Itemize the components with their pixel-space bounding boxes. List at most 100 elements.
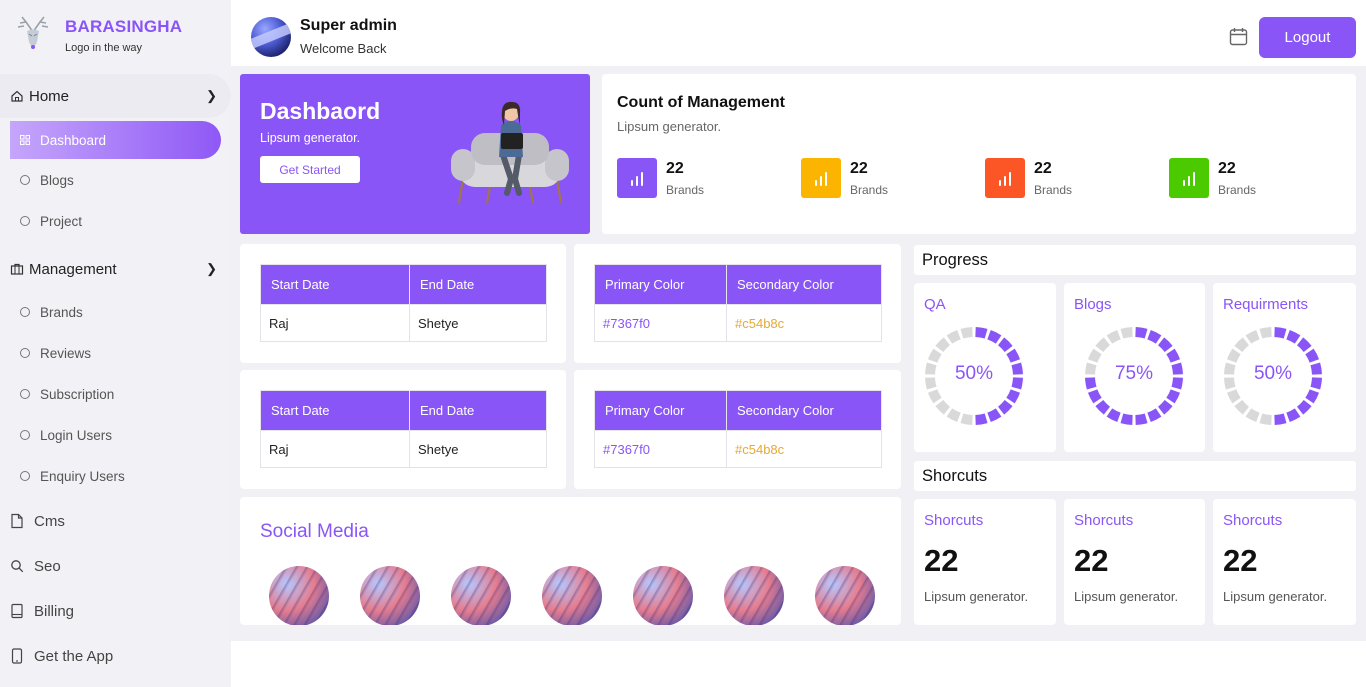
progress-segment — [1305, 389, 1320, 404]
social-avatar[interactable] — [269, 566, 329, 625]
sidebar-item-label: Management — [29, 260, 117, 278]
progress-value: 50% — [1253, 363, 1293, 384]
calendar-icon[interactable] — [1229, 27, 1248, 46]
sidebar-item-blogs[interactable]: Blogs — [20, 165, 74, 195]
progress-segment — [1296, 337, 1312, 353]
date-table: Start Date End Date Raj Shetye — [260, 390, 547, 468]
progress-segment — [1305, 348, 1320, 363]
shortcut-card[interactable]: Shorcuts 22 Lipsum generator. — [914, 499, 1056, 625]
progress-segment — [1006, 348, 1021, 363]
sidebar-item-cms[interactable]: Cms — [10, 506, 65, 536]
circle-icon — [20, 471, 30, 481]
sidebar-item-reviews[interactable]: Reviews — [20, 338, 91, 368]
section-title: Shorcuts — [922, 467, 988, 485]
avatar[interactable] — [251, 17, 291, 57]
color-table-card: Primary Color Secondary Color #7367f0 #c… — [574, 370, 901, 489]
sidebar-item-dashboard[interactable]: Dashboard — [10, 121, 221, 159]
progress-segment — [946, 408, 961, 423]
circle-icon — [20, 175, 30, 185]
table-cell: #7367f0 — [594, 430, 727, 468]
get-started-button[interactable]: Get Started — [260, 156, 360, 183]
social-avatar[interactable] — [724, 566, 784, 625]
progress-segment — [1106, 408, 1121, 423]
sidebar-item-management[interactable]: Management ❯ — [0, 247, 231, 291]
progress-segment — [987, 329, 1002, 344]
stat-value: 22 — [666, 159, 684, 177]
progress-segment — [1274, 413, 1287, 425]
progress-segment — [1095, 337, 1111, 353]
table-cell: Shetye — [409, 430, 547, 468]
book-icon — [11, 603, 23, 619]
shortcut-card[interactable]: Shorcuts 22 Lipsum generator. — [1064, 499, 1205, 625]
stat-value: 22 — [1034, 159, 1052, 177]
sidebar-item-enquiry-users[interactable]: Enquiry Users — [20, 461, 125, 491]
color-table: Primary Color Secondary Color #7367f0 #c… — [594, 390, 882, 468]
brand[interactable]: BARASINGHA Logo in the way — [12, 14, 182, 56]
social-avatar[interactable] — [542, 566, 602, 625]
progress-segment — [1274, 327, 1287, 339]
column-header: End Date — [409, 390, 547, 431]
circle-icon — [20, 389, 30, 399]
sidebar-item-brands[interactable]: Brands — [20, 297, 83, 327]
sidebar-item-label: Blogs — [40, 172, 74, 188]
shortcut-value: 22 — [1074, 543, 1109, 578]
progress-segment — [1259, 413, 1272, 425]
sidebar-item-login-users[interactable]: Login Users — [20, 420, 112, 450]
shortcut-label: Shorcuts — [924, 512, 984, 529]
progress-segment — [987, 408, 1002, 423]
progress-card: Requirments 50% — [1213, 283, 1356, 452]
home-icon — [11, 90, 23, 102]
social-avatar[interactable] — [360, 566, 420, 625]
progress-segment — [1120, 327, 1133, 339]
table-cell: #c54b8c — [726, 430, 882, 468]
social-avatar[interactable] — [451, 566, 511, 625]
progress-segment — [997, 399, 1013, 415]
sidebar-item-seo[interactable]: Seo — [10, 551, 61, 581]
sidebar-item-billing[interactable]: Billing — [10, 596, 74, 626]
brand-tagline: Logo in the way — [65, 41, 143, 54]
table-row: Raj Shetye — [260, 304, 547, 342]
count-subtitle: Lipsum generator. — [617, 119, 722, 134]
circle-icon — [20, 348, 30, 358]
user-title: Super admin — [300, 17, 397, 34]
count-title: Count of Management — [617, 94, 785, 111]
stat-brands: 22 Brands — [617, 158, 704, 198]
brand-name: BARASINGHA — [65, 16, 183, 36]
sidebar-item-subscription[interactable]: Subscription — [20, 379, 114, 409]
stat-value: 22 — [1218, 159, 1236, 177]
sidebar-item-label: Home — [29, 87, 70, 105]
social-media-card: Social Media — [240, 497, 901, 625]
sidebar-item-home[interactable]: Home ❯ — [0, 74, 231, 118]
shortcut-subtitle: Lipsum generator. — [1074, 589, 1179, 604]
progress-segment — [1259, 327, 1272, 339]
shortcut-card[interactable]: Shorcuts 22 Lipsum generator. — [1213, 499, 1356, 625]
progress-segment — [1226, 389, 1241, 404]
chevron-right-icon: ❯ — [206, 261, 217, 276]
progress-segment — [1135, 327, 1148, 339]
logout-button[interactable]: Logout — [1259, 17, 1356, 58]
sidebar-item-get-the-app[interactable]: Get the App — [10, 641, 113, 671]
table-cell: Raj — [260, 430, 410, 468]
person-on-sofa-illustration — [451, 101, 569, 204]
progress-segment — [1135, 413, 1148, 425]
circle-icon — [20, 307, 30, 317]
progress-segment — [1087, 389, 1102, 404]
sidebar-item-label: Project — [40, 213, 83, 229]
briefcase-icon — [10, 263, 24, 275]
progress-segment — [1106, 329, 1121, 344]
sidebar-item-project[interactable]: Project — [20, 206, 82, 236]
column-header: Secondary Color — [726, 390, 882, 431]
circle-icon — [20, 216, 30, 226]
column-header: Start Date — [260, 264, 410, 305]
hero-card: Dashbaord Lipsum generator. Get Started — [240, 74, 590, 234]
progress-segment — [1120, 413, 1133, 425]
progress-label: Requirments — [1223, 296, 1309, 313]
progress-segment — [927, 389, 942, 404]
table-row: Raj Shetye — [260, 430, 547, 468]
social-avatar[interactable] — [815, 566, 875, 625]
deer-logo-icon — [17, 16, 49, 49]
progress-segment — [975, 327, 988, 339]
social-avatar[interactable] — [633, 566, 693, 625]
sidebar-item-label: Login Users — [40, 427, 113, 443]
shortcut-subtitle: Lipsum generator. — [1223, 589, 1328, 604]
